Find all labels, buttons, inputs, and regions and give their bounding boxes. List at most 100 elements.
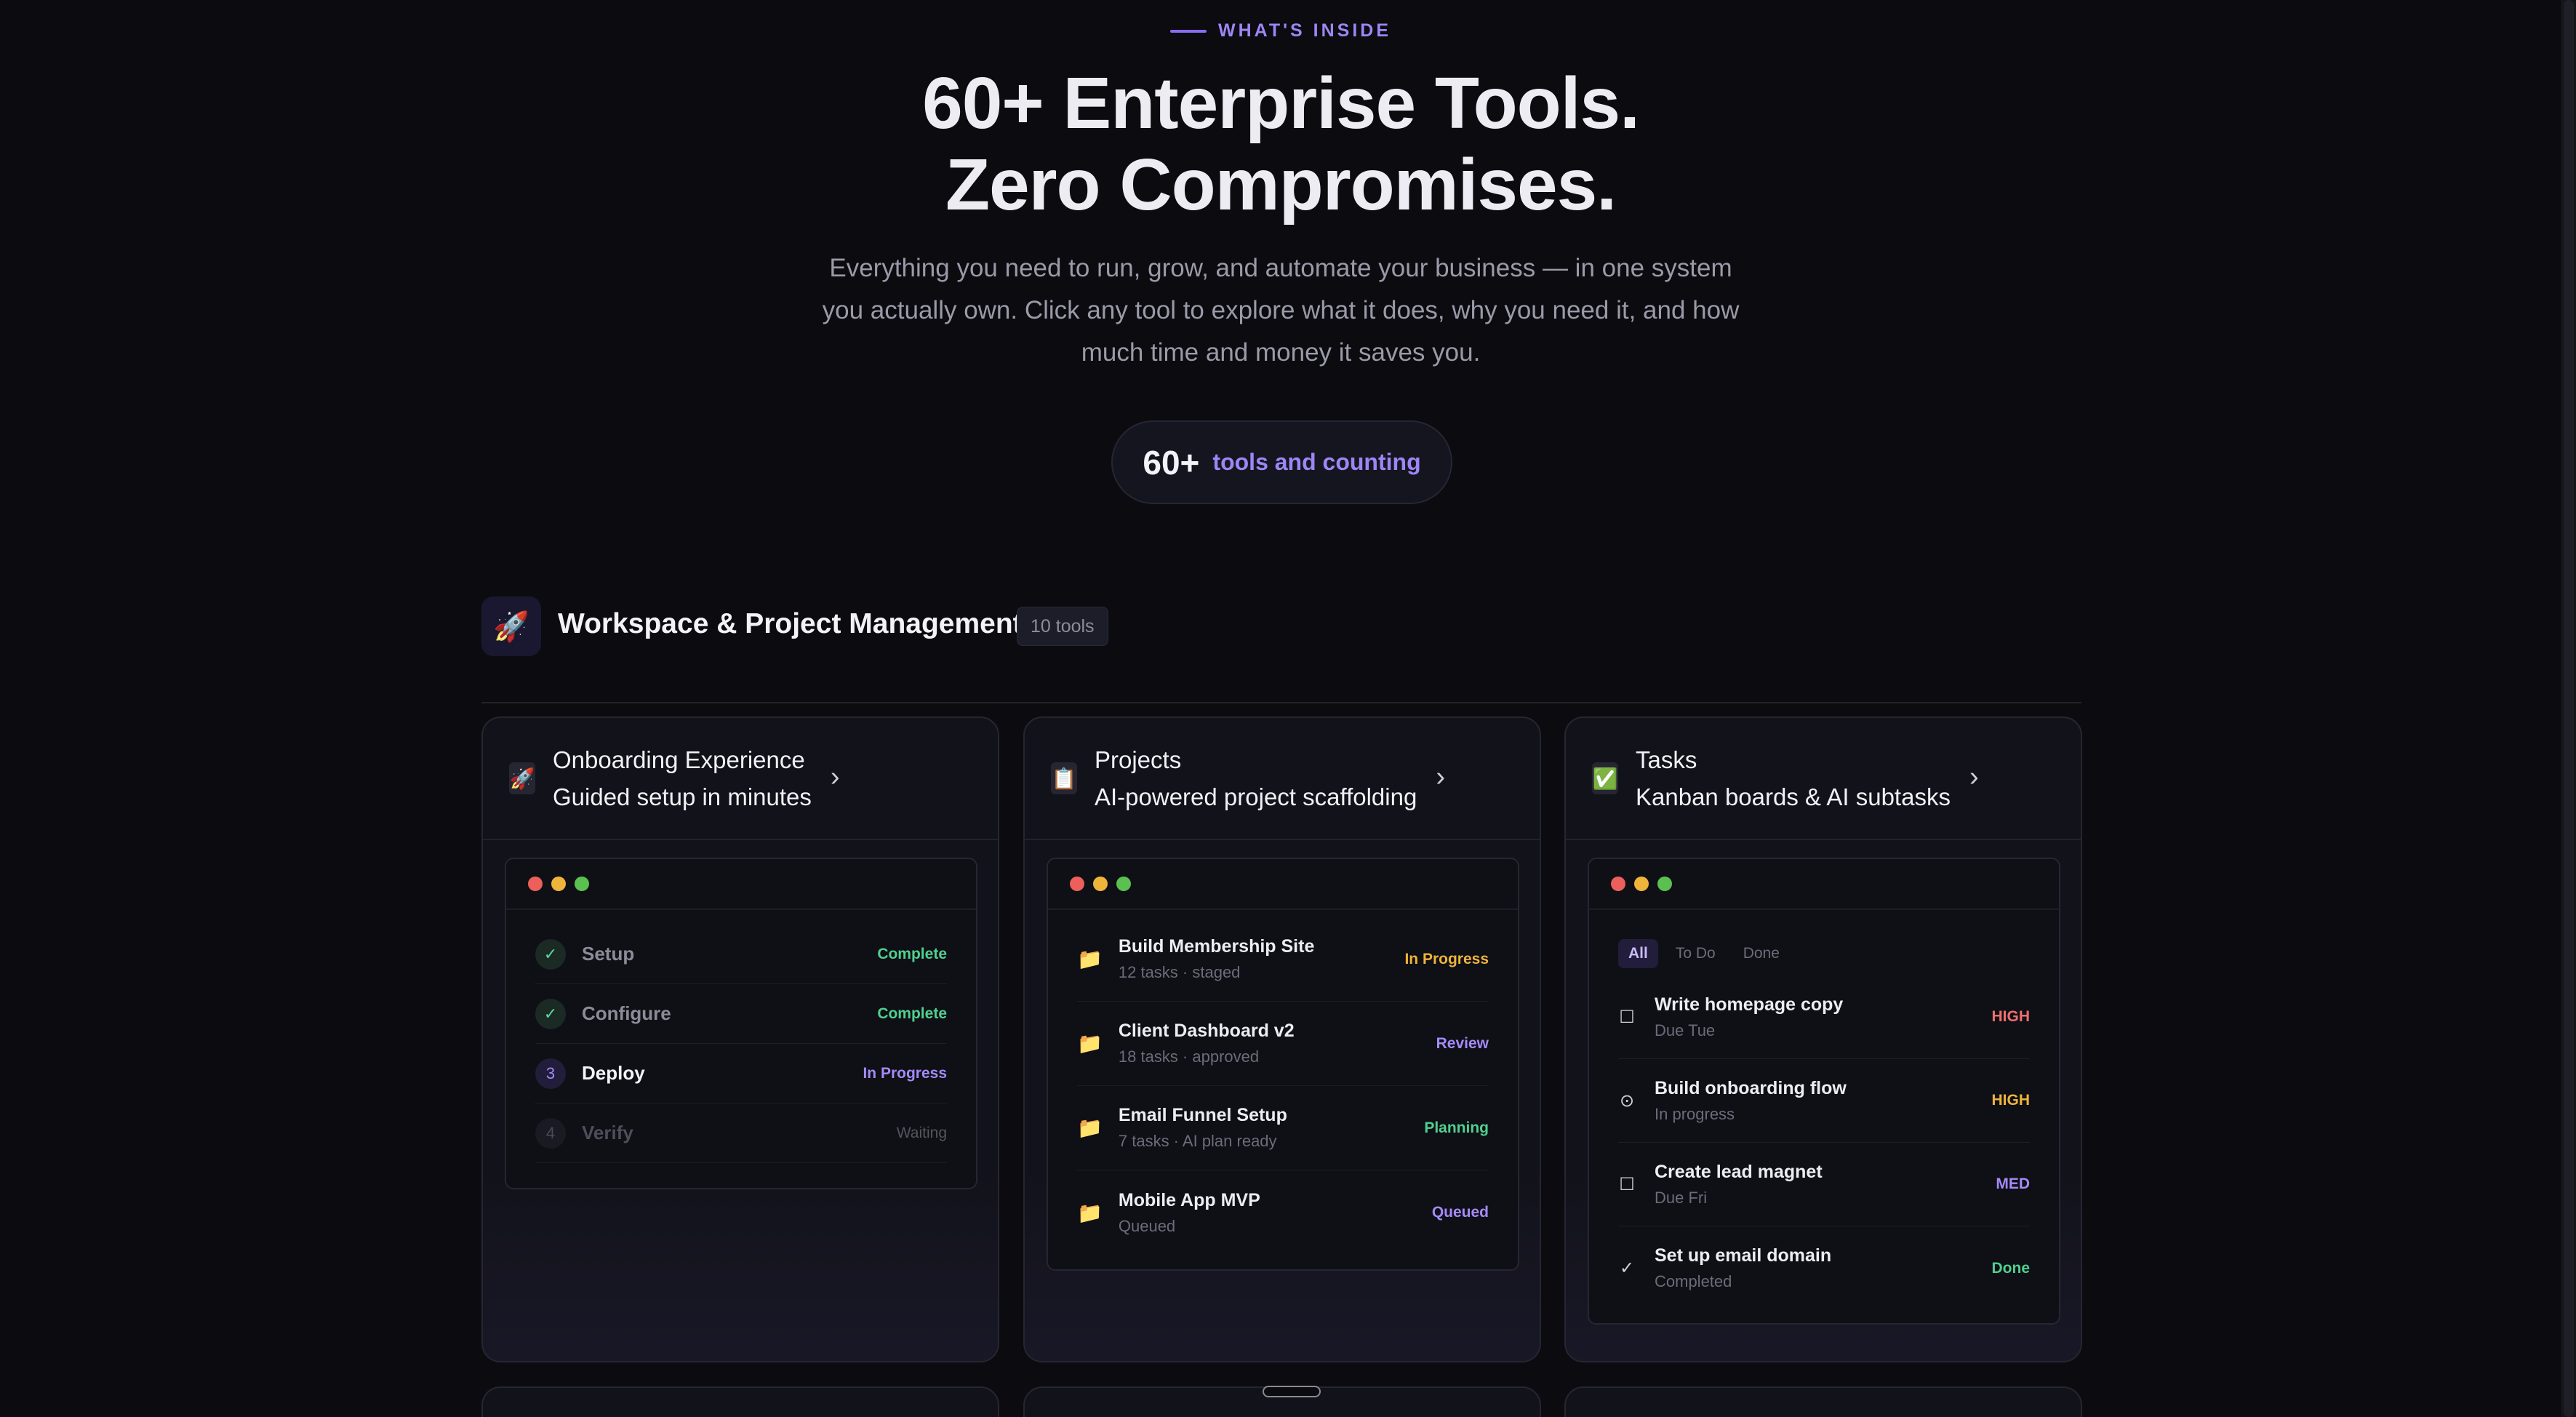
chevron-right-icon[interactable]: › — [1436, 762, 1445, 793]
onboarding-step: 4 Verify Waiting — [535, 1103, 947, 1163]
hero-description: Everything you need to run, grow, and au… — [822, 254, 1740, 367]
preview-window: 📁 Build Membership Site 12 tasks · stage… — [1047, 858, 1519, 1271]
in-progress-icon[interactable]: ⊙ — [1618, 1090, 1636, 1111]
close-dot-icon — [1611, 877, 1625, 891]
checkbox-icon: ✅ — [1592, 762, 1618, 794]
step-label: Deploy — [582, 1062, 645, 1084]
project-meta: 12 tasks · staged — [1118, 963, 1241, 981]
step-label: Setup — [582, 943, 635, 965]
close-dot-icon — [1070, 877, 1084, 891]
task-row[interactable]: ☐ Write homepage copy Due Tue HIGH — [1618, 975, 2030, 1059]
tool-card-next[interactable] — [481, 1386, 999, 1417]
chevron-right-icon[interactable]: › — [831, 762, 840, 793]
step-label: Verify — [582, 1122, 633, 1143]
card-header[interactable]: 🚀 Onboarding Experience Guided setup in … — [483, 718, 998, 840]
onboarding-step: ✓ Configure Complete — [535, 984, 947, 1044]
step-number: 3 — [535, 1058, 566, 1089]
task-priority: HIGH — [1991, 1008, 2031, 1025]
project-name: Client Dashboard v2 — [1118, 1021, 1295, 1041]
chevron-right-icon[interactable]: › — [1969, 762, 1979, 793]
preview-window: ✓ Setup Complete ✓ Configure Complete 3 … — [505, 858, 977, 1189]
task-name: Write homepage copy — [1655, 994, 1844, 1015]
maximize-dot-icon — [1116, 877, 1131, 891]
tab-all[interactable]: All — [1618, 939, 1658, 968]
step-status: Complete — [877, 1005, 947, 1022]
clipboard-icon: 📋 — [1051, 762, 1077, 794]
task-priority: MED — [1996, 1175, 2030, 1192]
hero-title-line-2: Zero Compromises. — [945, 144, 1617, 225]
task-name: Set up email domain — [1655, 1245, 1832, 1266]
task-meta: Due Tue — [1655, 1021, 1716, 1039]
close-dot-icon — [528, 877, 543, 891]
project-meta: 18 tasks · approved — [1118, 1047, 1260, 1066]
task-filter-tabs: All To Do Done — [1618, 939, 2030, 968]
project-status: Planning — [1424, 1119, 1489, 1136]
step-status: Complete — [877, 945, 947, 962]
project-name: Mobile App MVP — [1118, 1189, 1260, 1210]
page-scrollbar[interactable] — [2561, 0, 2576, 1417]
task-priority: HIGH — [1991, 1092, 2031, 1109]
task-meta: Due Fri — [1655, 1188, 1708, 1207]
project-row[interactable]: 📁 Email Funnel Setup 7 tasks · AI plan r… — [1077, 1086, 1489, 1170]
scroll-indicator[interactable] — [1263, 1386, 1321, 1397]
project-meta: 7 tasks · AI plan ready — [1118, 1132, 1277, 1150]
section-title: Workspace & Project Management — [558, 608, 1023, 639]
onboarding-step: ✓ Setup Complete — [535, 925, 947, 984]
step-number: 4 — [535, 1117, 566, 1149]
project-status: Queued — [1431, 1204, 1489, 1221]
card-title: Projects — [1095, 746, 1182, 773]
project-row[interactable]: 📁 Client Dashboard v2 18 tasks · approve… — [1077, 1002, 1489, 1086]
window-titlebar — [506, 859, 976, 910]
card-subtitle: Guided setup in minutes — [553, 783, 812, 810]
task-row[interactable]: ✓ Set up email domain Completed Done — [1618, 1226, 2030, 1310]
step-status: Waiting — [896, 1124, 947, 1141]
tools-counter-number: 60+ — [1143, 443, 1200, 482]
project-status: In Progress — [1404, 950, 1489, 967]
tool-card-tasks[interactable]: ✅ Tasks Kanban boards & AI subtasks › Al… — [1564, 717, 2082, 1362]
card-title: Tasks — [1636, 746, 1697, 773]
window-titlebar — [1589, 859, 2059, 910]
tab-done[interactable]: Done — [1733, 939, 1790, 968]
preview-window: All To Do Done ☐ Write homepage copy Due… — [1588, 858, 2060, 1325]
eyebrow-text: WHAT'S INSIDE — [1217, 20, 1392, 41]
hero-title: 60+ Enterprise Tools. Zero Compromises. — [0, 63, 2561, 225]
tool-card-onboarding[interactable]: 🚀 Onboarding Experience Guided setup in … — [481, 717, 999, 1362]
project-row[interactable]: 📁 Mobile App MVP Queued Queued — [1077, 1170, 1489, 1255]
card-header[interactable]: ✅ Tasks Kanban boards & AI subtasks › — [1566, 718, 2081, 840]
rocket-icon: 🚀 — [509, 762, 535, 794]
task-priority: Done — [1991, 1259, 2031, 1277]
task-name: Create lead magnet — [1655, 1161, 1823, 1182]
card-subtitle: Kanban boards & AI subtasks — [1636, 783, 1951, 810]
maximize-dot-icon — [1657, 877, 1672, 891]
tool-card-next[interactable] — [1564, 1386, 2082, 1417]
card-title: Onboarding Experience — [553, 746, 805, 773]
checkbox-icon[interactable]: ☐ — [1618, 1007, 1636, 1028]
task-name: Build onboarding flow — [1655, 1077, 1847, 1098]
check-icon: ✓ — [535, 938, 566, 970]
project-row[interactable]: 📁 Build Membership Site 12 tasks · stage… — [1077, 917, 1489, 1002]
tool-card-projects[interactable]: 📋 Projects AI-powered project scaffoldin… — [1023, 717, 1541, 1362]
task-row[interactable]: ☐ Create lead magnet Due Fri MED — [1618, 1143, 2030, 1226]
checkbox-icon[interactable]: ☐ — [1618, 1174, 1636, 1195]
task-meta: In progress — [1655, 1104, 1735, 1123]
rocket-icon: 🚀 — [481, 596, 541, 656]
folder-icon: 📁 — [1077, 1032, 1103, 1055]
maximize-dot-icon — [575, 877, 589, 891]
section-divider — [481, 702, 2081, 703]
project-name: Build Membership Site — [1118, 936, 1315, 957]
section-tool-count-badge: 10 tools — [1017, 607, 1108, 646]
folder-icon: 📁 — [1077, 1201, 1103, 1224]
eyebrow-line — [1169, 29, 1207, 33]
folder-icon: 📁 — [1077, 948, 1103, 970]
scrollbar-thumb[interactable] — [2564, 0, 2574, 1417]
card-header[interactable]: 📋 Projects AI-powered project scaffoldin… — [1025, 718, 1540, 840]
minimize-dot-icon — [1093, 877, 1108, 891]
window-titlebar — [1048, 859, 1518, 910]
step-label: Configure — [582, 1002, 671, 1024]
tab-to-do[interactable]: To Do — [1665, 939, 1726, 968]
check-icon[interactable]: ✓ — [1618, 1258, 1636, 1279]
minimize-dot-icon — [551, 877, 566, 891]
tools-counter-text: tools and counting — [1212, 449, 1421, 475]
task-row[interactable]: ⊙ Build onboarding flow In progress HIGH — [1618, 1059, 2030, 1143]
eyebrow: WHAT'S INSIDE — [0, 20, 2561, 41]
